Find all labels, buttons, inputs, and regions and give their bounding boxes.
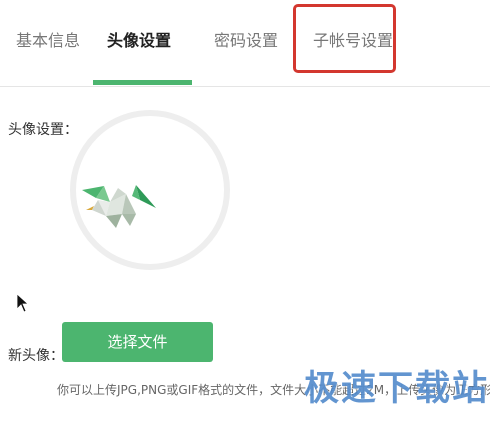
tab-password-settings[interactable]: 密码设置 bbox=[214, 26, 278, 56]
tab-avatar-settings[interactable]: 头像设置 bbox=[107, 26, 171, 56]
highlight-annotation bbox=[293, 4, 396, 73]
watermark-logo: 极速下载站 bbox=[304, 369, 490, 409]
tab-bar: 基本信息 头像设置 密码设置 子帐号设置 bbox=[0, 0, 490, 87]
bird-avatar-icon bbox=[82, 185, 156, 228]
avatar-settings-label: 头像设置： bbox=[8, 122, 78, 138]
mouse-cursor-icon bbox=[16, 293, 28, 313]
choose-file-button[interactable]: 选择文件 bbox=[62, 322, 213, 362]
new-avatar-label: 新头像： bbox=[8, 348, 64, 364]
tab-basic-info[interactable]: 基本信息 bbox=[16, 26, 80, 56]
active-tab-indicator bbox=[93, 80, 192, 85]
